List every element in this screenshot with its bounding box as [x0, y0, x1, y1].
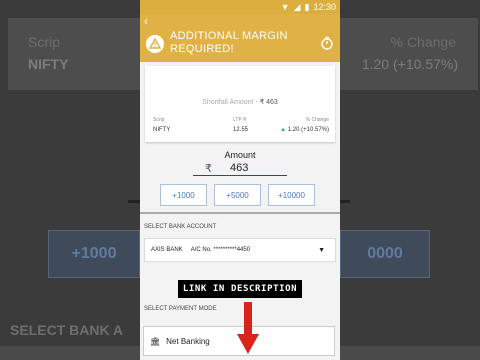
divider	[140, 212, 340, 214]
payment-mode-heading: SELECT PAYMENT MODE	[144, 306, 217, 312]
rupee-icon: ₹	[205, 163, 212, 175]
scrip-value: NIFTY	[153, 127, 171, 133]
add-10000-button[interactable]: +10000	[268, 184, 315, 206]
timer-icon[interactable]	[320, 36, 334, 50]
add-5000-button[interactable]: +5000	[214, 184, 261, 206]
bg-scrip-value: NIFTY	[28, 56, 69, 72]
shortfall-card: Shortfall Amount - ₹ 463 Scrip LTP ₹ % C…	[145, 66, 335, 142]
bg-pct-label: % Change	[390, 34, 456, 50]
quick-add-buttons: +1000 +5000 +10000	[140, 184, 340, 206]
signal-icon: ◢	[293, 1, 301, 12]
bg-select-bank: SELECT BANK A	[10, 322, 124, 338]
scrip-label: Scrip	[153, 117, 165, 123]
bg-scrip-label: Scrip	[28, 34, 60, 50]
amount-input[interactable]: ₹ 463	[193, 162, 287, 176]
status-bar: ▼ ◢ ▮ 12:30	[140, 0, 340, 14]
margin-header: ‹ ADDITIONAL MARGIN REQUIRED!	[140, 14, 340, 62]
page-title: ADDITIONAL MARGIN REQUIRED!	[170, 30, 288, 55]
change-value: ▲ 1.20 (+10.57%)	[280, 127, 329, 133]
back-arrow-icon[interactable]: ‹	[144, 14, 148, 28]
add-1000-button[interactable]: +1000	[160, 184, 207, 206]
bg-pct-value: 1.20 (+10.57%)	[361, 56, 458, 72]
battery-icon: ▮	[304, 1, 310, 12]
bank-account-select[interactable]: AXIS BANK A/C No. **********4450 ▼	[144, 238, 336, 262]
up-arrow-icon: ▲	[280, 127, 287, 133]
change-label: % Change	[305, 117, 329, 123]
warning-icon	[146, 35, 164, 53]
bank-account: A/C No. **********4450	[190, 247, 251, 253]
status-time: 12:30	[313, 2, 336, 12]
select-bank-heading: SELECT BANK ACCOUNT	[144, 224, 217, 230]
change-value-text: 1.20 (+10.57%)	[287, 127, 329, 133]
phone-screen: ▼ ◢ ▮ 12:30 ‹ ADDITIONAL MARGIN REQUIRED…	[140, 0, 340, 360]
bank-name: AXIS BANK	[151, 247, 183, 253]
payment-method-label: Net Banking	[166, 336, 210, 346]
bg-button-right: 0000	[340, 230, 430, 278]
amount-value[interactable]: 463	[230, 162, 248, 175]
ltp-value: 12.55	[233, 127, 249, 133]
bg-button-left: +1000	[48, 230, 140, 278]
bank-building-icon: 🏛	[150, 336, 161, 346]
amount-label: Amount	[224, 150, 256, 160]
shortfall-row: Shortfall Amount - ₹ 463	[145, 98, 335, 106]
shortfall-label: Shortfall Amount -	[202, 99, 258, 106]
chevron-down-icon[interactable]: ▼	[318, 247, 325, 254]
link-banner: LINK IN DESCRIPTION	[178, 280, 302, 298]
shortfall-value: ₹ 463	[259, 99, 278, 106]
red-arrow-icon	[237, 302, 259, 354]
wifi-icon: ▼	[280, 2, 290, 12]
ltp-label: LTP ₹	[233, 117, 247, 123]
